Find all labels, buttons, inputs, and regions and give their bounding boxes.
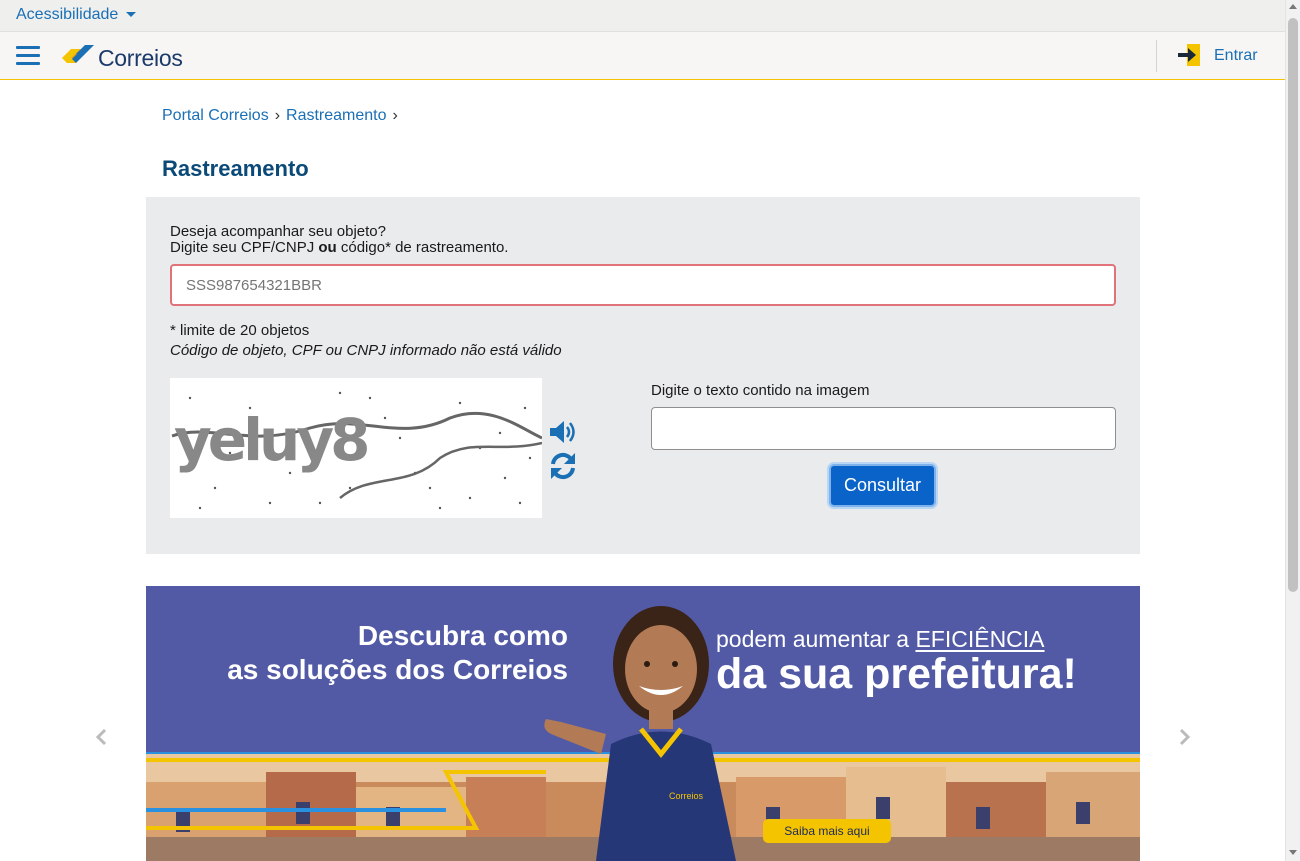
scroll-down-arrow-icon[interactable] [1289,850,1297,855]
prompt-line-1: Deseja acompanhar seu objeto? [170,223,386,240]
chevron-right-icon: › [274,107,281,124]
accessibility-menu[interactable]: Acessibilidade [16,6,137,24]
uniform-logo-text: Correios [669,791,704,801]
tracking-code-input[interactable] [170,264,1116,306]
captcha-text: yeluy8 [174,406,367,474]
consultar-button[interactable]: Consultar [829,464,936,507]
carousel-next-icon[interactable] [1175,727,1193,747]
banner-left-line-1: Descubra como [357,620,568,651]
prompt-line-2-pre: Digite seu CPF/CNPJ [170,239,319,256]
login-label: Entrar [1214,47,1258,64]
accessibility-bar: Acessibilidade [0,0,1285,32]
refresh-captcha-icon[interactable] [548,450,578,482]
limit-note: * limite de 20 objetos [170,322,310,339]
saiba-mais-button[interactable]: Saiba mais aqui [763,819,891,843]
scroll-thumb[interactable] [1288,18,1298,592]
hamburger-menu-icon[interactable] [16,46,40,66]
page-title: Rastreamento [162,156,309,181]
correios-logo-icon [62,45,94,63]
carousel-prev-icon[interactable] [93,727,111,747]
validation-error: Código de objeto, CPF ou CNPJ informado … [170,342,562,359]
correios-logo[interactable]: Correios [60,41,183,71]
prompt-line-2-post: código* de rastreamento. [336,239,509,256]
captcha-input[interactable] [651,407,1116,450]
site-header: Correios Entrar [0,32,1285,80]
captcha-label: Digite o texto contido na imagem [651,382,870,399]
breadcrumb-rastreamento[interactable]: Rastreamento [286,107,387,124]
banner-right-line-1: podem aumentar a EFICIÊNCIA [716,626,1045,653]
breadcrumb-portal-correios[interactable]: Portal Correios [162,107,269,124]
banner-left-line-2: as soluções dos Correios [227,654,568,685]
breadcrumb: Portal Correios › Rastreamento › [162,107,404,125]
prompt-line-2: Digite seu CPF/CNPJ ou código* de rastre… [170,240,508,256]
captcha-graphic: yeluy8 [171,391,542,510]
postal-worker-illustration: Correios [544,606,736,861]
banner-right-line-1-underlined: EFICIÊNCIA [915,626,1045,652]
page-scrollbar[interactable] [1285,0,1300,861]
scroll-up-arrow-icon[interactable] [1289,4,1297,9]
tracking-prompt: Deseja acompanhar seu objeto? Digite seu… [170,224,508,256]
page: Acessibilidade Correios Entrar Portal Co… [0,0,1300,861]
caret-down-icon [126,12,137,18]
banner-right-line-2: da sua prefeitura! [716,650,1077,698]
prompt-line-2-bold: ou [318,239,337,256]
accessibility-label: Acessibilidade [16,6,119,23]
login-button[interactable]: Entrar [1176,42,1258,70]
login-icon [1178,44,1200,66]
header-divider [1156,40,1157,72]
chevron-right-icon: › [392,107,398,124]
brand-name: Correios [98,45,183,71]
captcha-image: yeluy8 [170,378,542,518]
tracking-form-panel: Deseja acompanhar seu objeto? Digite seu… [146,197,1140,554]
audio-captcha-icon[interactable] [548,418,580,446]
promo-banner[interactable]: Descubra como as soluções dos Correios p… [146,586,1140,861]
